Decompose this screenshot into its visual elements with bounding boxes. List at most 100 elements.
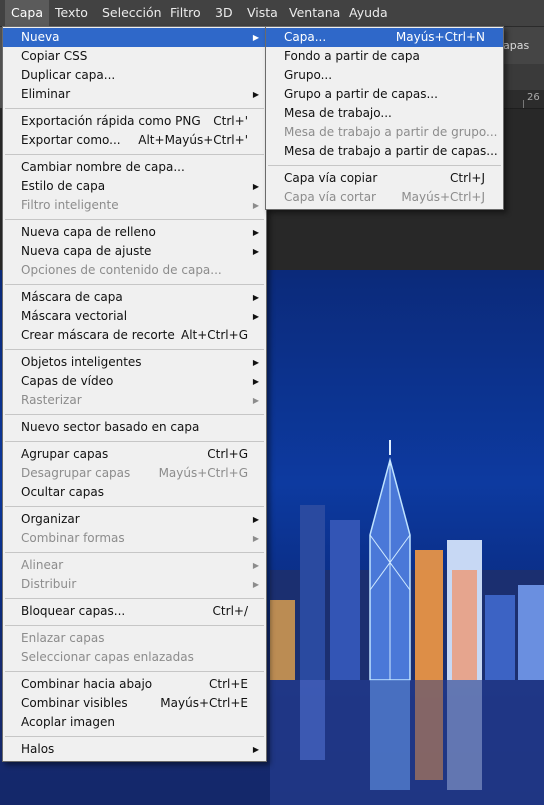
layer-menu-item-opciones-de-contenido-de-capa: Opciones de contenido de capa... (3, 261, 266, 280)
layer-menu-item-exportacion-rapida-como-png[interactable]: Exportación rápida como PNG Ctrl+' (3, 112, 266, 131)
layer-menu-item-ocultar-capas[interactable]: Ocultar capas (3, 483, 266, 502)
layer-menu-item-seleccionar-capas-enlazadas: Seleccionar capas enlazadas (3, 648, 266, 667)
submenu-arrow-icon: ▶ (252, 377, 259, 386)
menu-item-label: Nueva (21, 30, 60, 44)
layer-menu-item-agrupar-capas[interactable]: Agrupar capas Ctrl+G (3, 445, 266, 464)
menu-filtro[interactable]: Filtro (164, 0, 207, 26)
menu-vista[interactable]: Vista (241, 0, 284, 26)
layer-menu-item-nueva-capa-de-relleno[interactable]: Nueva capa de relleno ▶ (3, 223, 266, 242)
submenu-arrow-icon: ▶ (252, 534, 259, 543)
menu-item-label: Máscara de capa (21, 290, 123, 304)
menu-item-label: Acoplar imagen (21, 715, 115, 729)
menu-separator (268, 165, 501, 166)
menu-item-label: Objetos inteligentes (21, 355, 142, 369)
menu-texto[interactable]: Texto (49, 0, 94, 26)
menu-item-label: Distribuir (21, 577, 77, 591)
layer-menu-item-enlazar-capas: Enlazar capas (3, 629, 266, 648)
menu-item-label: Capa... (284, 30, 327, 44)
layer-menu-item-cambiar-nombre-de-capa[interactable]: Cambiar nombre de capa... (3, 158, 266, 177)
menu-item-label: Capa vía copiar (284, 171, 378, 185)
layer-menu-item-mascara-vectorial[interactable]: Máscara vectorial ▶ (3, 307, 266, 326)
menu-separator (5, 154, 264, 155)
menu-separator (5, 671, 264, 672)
new-submenu-item-fondo-a-partir-de-capa[interactable]: Fondo a partir de capa (266, 47, 503, 66)
layer-menu-item-exportar-como[interactable]: Exportar como... Alt+Mayús+Ctrl+' (3, 131, 266, 150)
layer-menu-item-capas-de-video[interactable]: Capas de vídeo ▶ (3, 372, 266, 391)
menu-item-label: Nuevo sector basado en capa (21, 420, 200, 434)
submenu-arrow-icon: ▶ (252, 396, 259, 405)
menu-separator (5, 108, 264, 109)
new-submenu-item-grupo[interactable]: Grupo... (266, 66, 503, 85)
submenu-arrow-icon: ▶ (252, 228, 259, 237)
menu-ayuda[interactable]: Ayuda (343, 0, 394, 26)
submenu-arrow-icon: ▶ (252, 293, 259, 302)
menu-item-label: Organizar (21, 512, 80, 526)
layer-menu-item-distribuir: Distribuir ▶ (3, 575, 266, 594)
menu-capa[interactable]: Capa (5, 0, 49, 26)
menu-separator (5, 506, 264, 507)
new-submenu-item-grupo-a-partir-de-capas[interactable]: Grupo a partir de capas... (266, 85, 503, 104)
layer-menu-item-filtro-inteligente: Filtro inteligente ▶ (3, 196, 266, 215)
menu-item-label: Crear máscara de recorte (21, 328, 175, 342)
menu-ventana[interactable]: Ventana (283, 0, 346, 26)
submenu-arrow-icon: ▶ (252, 515, 259, 524)
menu-separator (5, 552, 264, 553)
submenu-arrow-icon: ▶ (252, 182, 259, 191)
submenu-arrow-icon: ▶ (252, 745, 259, 754)
new-submenu-item-mesa-de-trabajo-a-partir-de-capas[interactable]: Mesa de trabajo a partir de capas... (266, 142, 503, 161)
new-submenu-item-capa[interactable]: Capa... Mayús+Ctrl+N (266, 28, 503, 47)
menu-item-label: Mesa de trabajo... (284, 106, 392, 120)
menu-separator (5, 219, 264, 220)
menu-item-label: Cambiar nombre de capa... (21, 160, 185, 174)
layer-menu-item-organizar[interactable]: Organizar ▶ (3, 510, 266, 529)
menu-item-label: Agrupar capas (21, 447, 109, 461)
menu-item-label: Grupo... (284, 68, 333, 82)
layer-menu-item-nueva[interactable]: Nueva ▶ (3, 28, 266, 47)
menu-item-label: Capas de vídeo (21, 374, 114, 388)
menu-item-shortcut: Mayús+Ctrl+N (395, 30, 485, 44)
layer-menu-item-nuevo-sector-basado-en-capa[interactable]: Nuevo sector basado en capa (3, 418, 266, 437)
menu-separator (5, 414, 264, 415)
submenu-arrow-icon: ▶ (252, 201, 259, 210)
menu-item-label: Combinar hacia abajo (21, 677, 153, 691)
submenu-arrow-icon: ▶ (252, 90, 259, 99)
menu-item-label: Filtro inteligente (21, 198, 119, 212)
menu-item-shortcut: Ctrl+' (213, 114, 248, 128)
layer-menu-item-halos[interactable]: Halos ▶ (3, 740, 266, 759)
menu-separator (5, 736, 264, 737)
new-submenu-item-capa-via-copiar[interactable]: Capa vía copiar Ctrl+J (266, 169, 503, 188)
submenu-arrow-icon: ▶ (252, 358, 259, 367)
menu-bar: Capa Texto Selección Filtro 3D Vista Ven… (0, 0, 544, 27)
layer-menu-item-nueva-capa-de-ajuste[interactable]: Nueva capa de ajuste ▶ (3, 242, 266, 261)
layer-menu-item-bloquear-capas[interactable]: Bloquear capas... Ctrl+/ (3, 602, 266, 621)
layer-menu-item-rasterizar: Rasterizar ▶ (3, 391, 266, 410)
layer-menu-item-duplicar-capa[interactable]: Duplicar capa... (3, 66, 266, 85)
menu-item-label: Desagrupar capas (21, 466, 131, 480)
menu-item-label: Rasterizar (21, 393, 82, 407)
layer-menu-item-objetos-inteligentes[interactable]: Objetos inteligentes ▶ (3, 353, 266, 372)
menu-item-label: Enlazar capas (21, 631, 105, 645)
new-submenu-item-mesa-de-trabajo-a-partir-de-grupo: Mesa de trabajo a partir de grupo... (266, 123, 503, 142)
menu-item-label: Combinar visibles (21, 696, 128, 710)
layer-menu-item-acoplar-imagen[interactable]: Acoplar imagen (3, 713, 266, 732)
layer-menu-item-eliminar[interactable]: Eliminar ▶ (3, 85, 266, 104)
submenu-arrow-icon: ▶ (252, 312, 259, 321)
new-submenu-item-capa-via-cortar: Capa vía cortar Mayús+Ctrl+J (266, 188, 503, 207)
layer-menu-item-crear-mascara-de-recorte[interactable]: Crear máscara de recorte Alt+Ctrl+G (3, 326, 266, 345)
menu-seleccion[interactable]: Selección (96, 0, 168, 26)
menu-item-label: Ocultar capas (21, 485, 104, 499)
ruler-number: 26 (527, 92, 540, 103)
submenu-arrow-icon: ▶ (252, 247, 259, 256)
layer-menu-item-mascara-de-capa[interactable]: Máscara de capa ▶ (3, 288, 266, 307)
layer-menu-item-copiar-css[interactable]: Copiar CSS (3, 47, 266, 66)
layer-menu-item-combinar-hacia-abajo[interactable]: Combinar hacia abajo Ctrl+E (3, 675, 266, 694)
menu-3d[interactable]: 3D (209, 0, 239, 26)
menu-separator (5, 349, 264, 350)
menu-item-label: Seleccionar capas enlazadas (21, 650, 194, 664)
menu-item-label: Nueva capa de ajuste (21, 244, 152, 258)
layer-menu-item-combinar-visibles[interactable]: Combinar visibles Mayús+Ctrl+E (3, 694, 266, 713)
new-submenu-item-mesa-de-trabajo[interactable]: Mesa de trabajo... (266, 104, 503, 123)
layer-menu-item-combinar-formas: Combinar formas ▶ (3, 529, 266, 548)
layer-menu-item-estilo-de-capa[interactable]: Estilo de capa ▶ (3, 177, 266, 196)
menu-separator (5, 598, 264, 599)
